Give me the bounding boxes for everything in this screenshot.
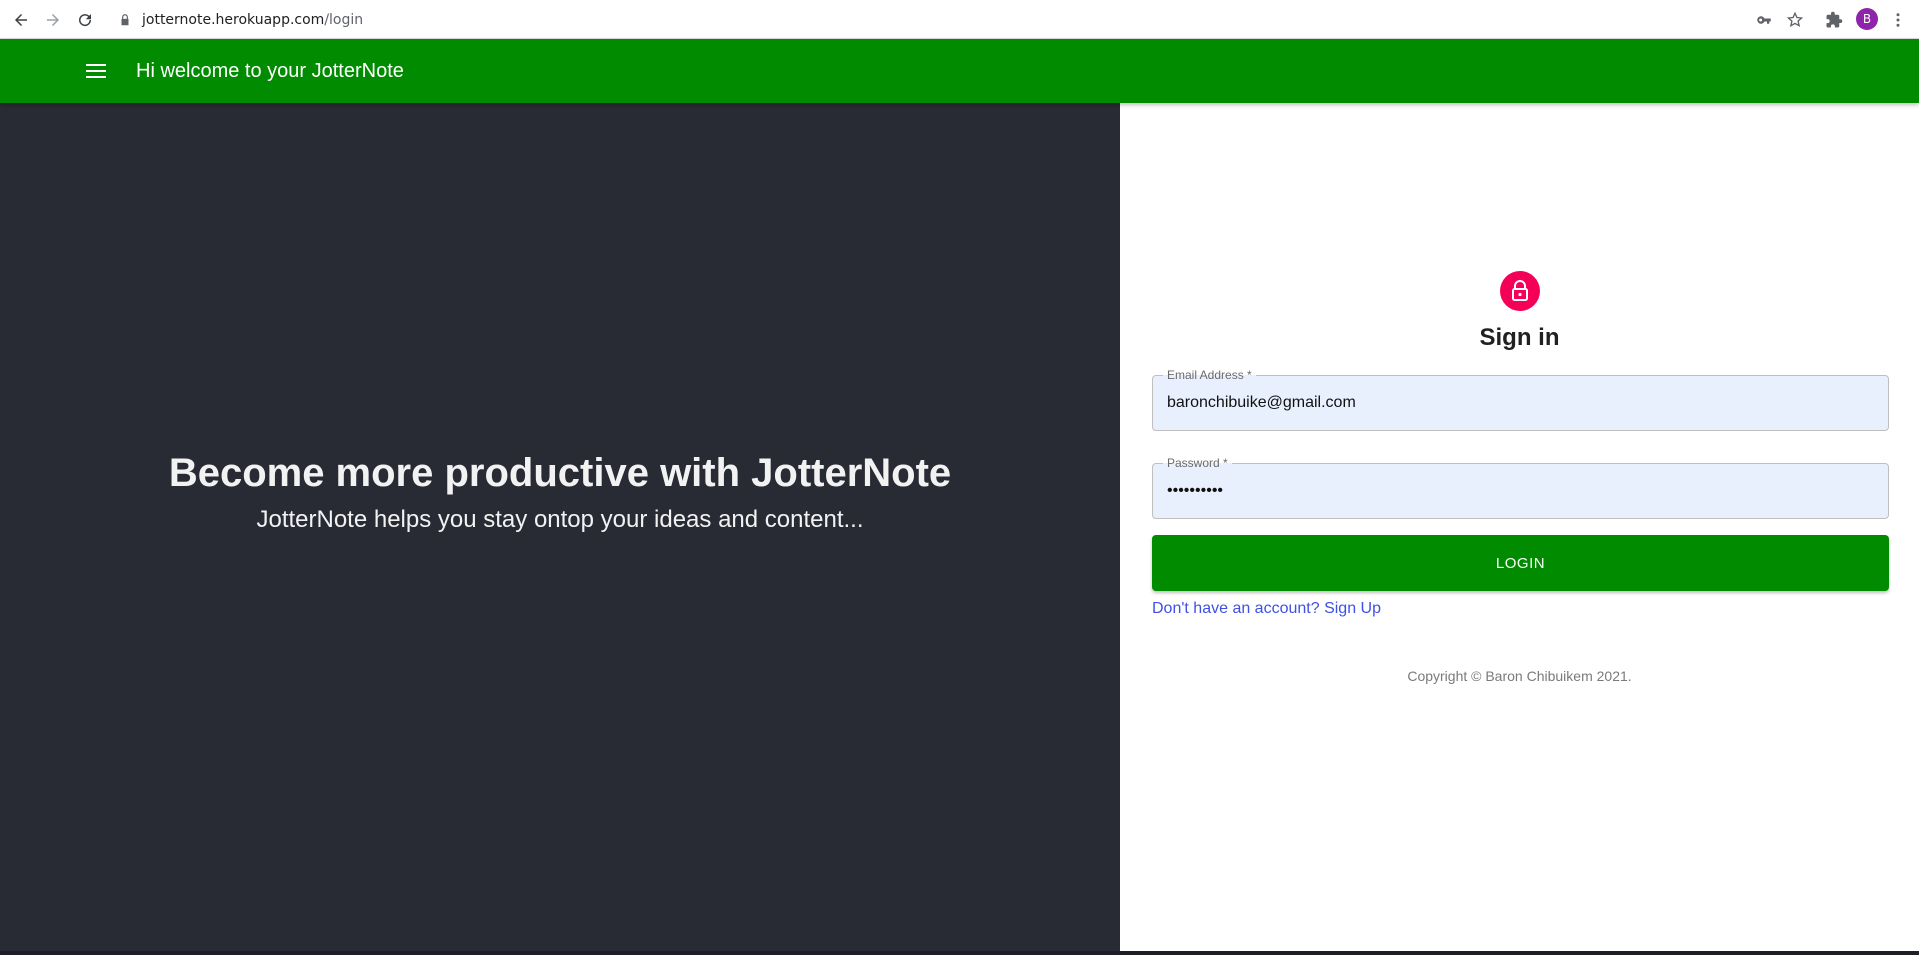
email-field[interactable]: Email Address * [1152, 368, 1889, 431]
bottom-strip [0, 951, 1919, 955]
lock-icon [121, 14, 129, 26]
sign-in-heading: Sign in [1479, 324, 1560, 351]
password-input[interactable] [1167, 464, 1867, 518]
login-panel: Sign in Email Address * Password * LOGIN… [1120, 103, 1919, 955]
login-button[interactable]: LOGIN [1152, 535, 1889, 591]
app-bar: Hi welcome to your JotterNote [0, 39, 1919, 103]
app-title: Hi welcome to your JotterNote [136, 60, 404, 82]
hero-title: Become more productive with JotterNote [168, 451, 952, 495]
padlock-icon [1500, 271, 1540, 311]
password-field[interactable]: Password * [1152, 456, 1889, 519]
forward-arrow-icon[interactable] [41, 8, 65, 32]
email-input[interactable] [1167, 376, 1867, 430]
key-icon[interactable] [1752, 8, 1776, 32]
hero-subtitle: JotterNote helps you stay ontop your ide… [256, 506, 864, 533]
copyright-text: Copyright © Baron Chibuikem 2021. [1407, 668, 1632, 684]
browser-toolbar: jotternote.herokuapp.com/login B [0, 0, 1919, 39]
hamburger-menu-icon[interactable] [80, 57, 112, 85]
back-arrow-icon[interactable] [9, 8, 33, 32]
hero-panel: Become more productive with JotterNote J… [0, 103, 1120, 955]
reload-icon[interactable] [73, 8, 97, 32]
star-icon[interactable] [1783, 8, 1807, 32]
address-bar[interactable]: jotternote.herokuapp.com/login [118, 9, 363, 31]
url-path: /login [324, 12, 364, 28]
sign-up-link[interactable]: Don't have an account? Sign Up [1152, 599, 1381, 619]
url-host: jotternote.herokuapp.com [142, 12, 325, 28]
profile-avatar[interactable]: B [1856, 8, 1878, 30]
more-vert-icon[interactable] [1886, 8, 1910, 32]
puzzle-icon[interactable] [1822, 8, 1846, 32]
